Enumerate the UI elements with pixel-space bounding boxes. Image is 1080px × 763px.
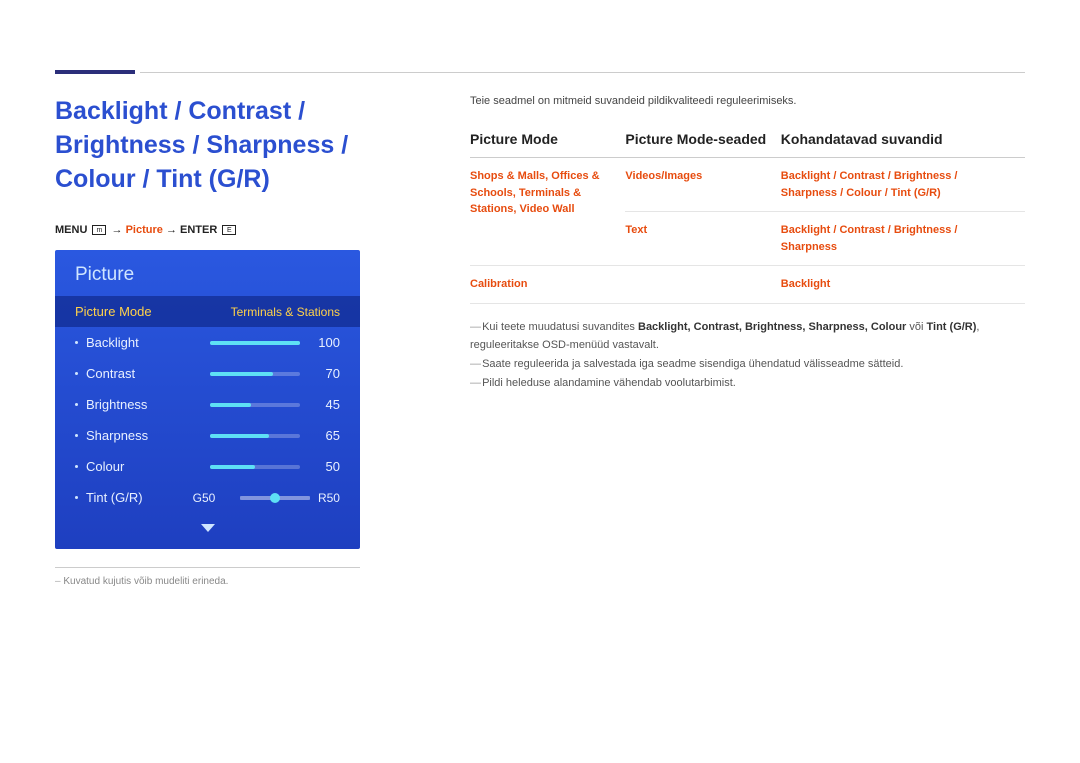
- menu-breadcrumb: MENU m → Picture → ENTER E: [55, 224, 415, 236]
- slider-value: 65: [310, 428, 340, 443]
- slider-value: 45: [310, 397, 340, 412]
- tint-right: R50: [318, 491, 340, 505]
- cell: Shops & Malls, Offices & Schools, Termin…: [470, 158, 625, 266]
- dot-icon: [75, 403, 78, 406]
- slider-value: 100: [310, 335, 340, 350]
- dot-icon: [75, 372, 78, 375]
- dot-icon: [75, 465, 78, 468]
- cell: [625, 266, 780, 304]
- tint-left: G50: [193, 491, 216, 505]
- osd-tint-row[interactable]: Tint (G/R) G50 R50: [55, 482, 360, 513]
- footnote: Kuvatud kujutis võib mudeliti erineda.: [55, 576, 360, 587]
- th-picture-mode: Picture Mode: [470, 125, 625, 158]
- th-kohandatavad: Kohandatavad suvandid: [781, 125, 1025, 158]
- osd-slider-row[interactable]: Brightness 45: [55, 389, 360, 420]
- header-accent-bar: [55, 70, 135, 74]
- menu-path-picture: Picture: [126, 224, 163, 236]
- divider: [55, 567, 360, 568]
- intro-text: Teie seadmel on mitmeid suvandeid pildik…: [470, 95, 1025, 107]
- enter-label: ENTER: [180, 224, 217, 236]
- note-item: Kui teete muudatusi suvandites Backlight…: [470, 318, 1025, 355]
- header-rule: [140, 72, 1025, 73]
- osd-row-label: Colour: [86, 459, 176, 474]
- cell: Text: [625, 212, 780, 266]
- dot-icon: [75, 341, 78, 344]
- osd-row-label: Sharpness: [86, 428, 176, 443]
- slider-value: 70: [310, 366, 340, 381]
- slider[interactable]: [210, 465, 300, 469]
- th-picture-mode-seaded: Picture Mode-seaded: [625, 125, 780, 158]
- slider[interactable]: [210, 372, 300, 376]
- slider[interactable]: [210, 403, 300, 407]
- dot-icon: [75, 434, 78, 437]
- osd-slider-row[interactable]: Colour 50: [55, 451, 360, 482]
- page-title: Backlight / Contrast / Brightness / Shar…: [55, 95, 415, 196]
- osd-title: Picture: [55, 250, 360, 296]
- osd-row-label: Contrast: [86, 366, 176, 381]
- osd-slider-row[interactable]: Contrast 70: [55, 358, 360, 389]
- note-item: Saate reguleerida ja salvestada iga sead…: [470, 355, 1025, 374]
- cell: Backlight: [781, 266, 1025, 304]
- settings-table: Picture Mode Picture Mode-seaded Kohanda…: [470, 125, 1025, 304]
- osd-slider-row[interactable]: Sharpness 65: [55, 420, 360, 451]
- cell: Videos/Images: [625, 158, 780, 212]
- menu-icon: m: [92, 225, 106, 235]
- osd-picture-mode-row[interactable]: Picture Mode Terminals & Stations: [55, 296, 360, 327]
- osd-tint-label: Tint (G/R): [86, 490, 176, 505]
- osd-slider-row[interactable]: Backlight 100: [55, 327, 360, 358]
- osd-panel: Picture Picture Mode Terminals & Station…: [55, 250, 360, 549]
- left-column: Backlight / Contrast / Brightness / Shar…: [55, 95, 415, 587]
- osd-row-label: Brightness: [86, 397, 176, 412]
- slider[interactable]: [210, 434, 300, 438]
- table-header-row: Picture Mode Picture Mode-seaded Kohanda…: [470, 125, 1025, 158]
- note-item: Pildi heleduse alandamine vähendab voolu…: [470, 374, 1025, 393]
- tint-slider[interactable]: [240, 496, 310, 500]
- dot-icon: [75, 496, 78, 499]
- cell: Backlight / Contrast / Brightness / Shar…: [781, 158, 1025, 212]
- slider[interactable]: [210, 341, 300, 345]
- osd-scroll-down[interactable]: [55, 513, 360, 549]
- osd-row-label: Backlight: [86, 335, 176, 350]
- table-row: Shops & Malls, Offices & Schools, Termin…: [470, 158, 1025, 212]
- slider-value: 50: [310, 459, 340, 474]
- table-row: Calibration Backlight: [470, 266, 1025, 304]
- osd-mode-label: Picture Mode: [75, 304, 231, 319]
- right-column: Teie seadmel on mitmeid suvandeid pildik…: [470, 95, 1025, 587]
- chevron-down-icon: [201, 524, 215, 532]
- notes-list: Kui teete muudatusi suvandites Backlight…: [470, 318, 1025, 393]
- cell: Backlight / Contrast / Brightness / Shar…: [781, 212, 1025, 266]
- osd-mode-value: Terminals & Stations: [231, 305, 340, 319]
- menu-label: MENU: [55, 224, 87, 236]
- cell: Calibration: [470, 266, 625, 304]
- enter-icon: E: [222, 225, 236, 235]
